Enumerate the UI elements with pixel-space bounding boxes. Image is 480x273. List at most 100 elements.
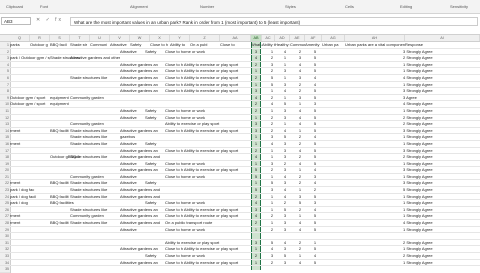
row-header-10[interactable]: 10 — [0, 101, 10, 108]
cell-safety[interactable] — [145, 68, 165, 75]
cell-shade-community[interactable] — [70, 200, 120, 207]
cell-rank-2[interactable]: 4 — [267, 141, 277, 148]
cell-close-to[interactable] — [165, 141, 250, 148]
cell-rank-3[interactable]: 5 — [280, 101, 290, 108]
cell-rank-4[interactable]: 2 — [295, 174, 305, 181]
cell-response[interactable]: 5 Strongly Agree — [403, 187, 480, 194]
column-header-x[interactable]: X — [150, 35, 170, 41]
cell-shade-community[interactable]: Shade structures like — [70, 141, 120, 148]
column-header-af[interactable]: AF — [305, 35, 322, 41]
column-header-r[interactable]: R — [30, 35, 50, 41]
cell-park-feature[interactable]: Outdoor gym / sport — [10, 95, 50, 102]
cell-rank-3[interactable]: 3 — [280, 154, 290, 161]
cell-park-feature[interactable] — [10, 253, 50, 260]
cell-rank-4[interactable]: 2 — [295, 207, 305, 214]
cell-shade-community[interactable] — [70, 68, 120, 75]
cell-safety[interactable]: Safety — [145, 108, 165, 115]
row-header-35[interactable]: 35 — [0, 266, 10, 273]
cell-rank-5[interactable]: 4 — [310, 134, 320, 141]
cell-rank-3[interactable]: 1 — [280, 95, 290, 102]
cell-shade-community[interactable] — [70, 115, 120, 122]
cell-close-to[interactable]: Close to h Ability to exercise or play s… — [165, 167, 250, 174]
cell-rank-2[interactable]: 1 — [267, 220, 277, 227]
cell-safety[interactable] — [145, 82, 165, 89]
row-header-11[interactable]: 11 — [0, 108, 10, 115]
cell-shade-community[interactable] — [70, 62, 120, 69]
cell-rank-2[interactable]: 2 — [267, 68, 277, 75]
cell-close-to[interactable]: Ability to exercise or play sport — [165, 121, 250, 128]
cell-shade-community[interactable] — [70, 260, 120, 267]
header-cell[interactable]: Urban pa — [322, 42, 345, 49]
cell-park-feature[interactable]: rment — [10, 180, 50, 187]
cell-rank-3[interactable]: 2 — [280, 200, 290, 207]
cell-shade-community[interactable]: Community garden — [70, 174, 120, 181]
cell-rank-1[interactable]: 1 — [251, 134, 261, 141]
cell-rank-2[interactable]: 1 — [267, 194, 277, 201]
cell-rank-5[interactable]: 5 — [310, 128, 320, 135]
cell-rank-1[interactable]: 2 — [251, 253, 261, 260]
cell-safety[interactable] — [145, 227, 165, 234]
cell-rank-1[interactable]: 4 — [251, 200, 261, 207]
cell-rank-5[interactable]: 5 — [310, 55, 320, 62]
cell-park-feature[interactable] — [10, 227, 50, 234]
cell-close-to[interactable]: On a public transport route — [165, 220, 250, 227]
cell-park-feature[interactable] — [10, 62, 50, 69]
cell-rank-1[interactable]: 2 — [251, 148, 261, 155]
row-header-28[interactable]: 28 — [0, 220, 10, 227]
cell-rank-5[interactable]: 5 — [310, 68, 320, 75]
cell-rank-2[interactable]: 1 — [267, 174, 277, 181]
cell-shade-community[interactable]: Shade structures like — [70, 75, 120, 82]
cell-shade-community[interactable] — [70, 233, 120, 240]
row-header-34[interactable]: 34 — [0, 260, 10, 267]
cell-rank-5[interactable]: 3 — [310, 101, 320, 108]
cell-close-to[interactable]: Close to h Ability to exercise or play s… — [165, 148, 250, 155]
row-header-16[interactable]: 16 — [0, 141, 10, 148]
cell-rank-3[interactable]: 4 — [280, 88, 290, 95]
column-header-ab[interactable]: AB — [251, 35, 262, 41]
cell-close-to[interactable]: Close to h Ability to exercise or play s… — [165, 207, 250, 214]
cell-park-feature[interactable]: Outdoor gym / sport — [10, 101, 50, 108]
cell-shade-community[interactable] — [70, 227, 120, 234]
cell-park-feature[interactable] — [10, 174, 50, 181]
cell-safety[interactable] — [145, 220, 165, 227]
cell-safety[interactable] — [145, 121, 165, 128]
cell-park-feature[interactable] — [10, 154, 50, 161]
cell-rank-5[interactable]: 5 — [310, 161, 320, 168]
cell-close-to[interactable] — [165, 233, 250, 240]
cell-rank-2[interactable]: 5 — [267, 180, 277, 187]
cell-close-to[interactable]: Close to h Ability to exercise or play s… — [165, 128, 250, 135]
cell-park-feature[interactable] — [10, 134, 50, 141]
column-header-ad[interactable]: AD — [275, 35, 290, 41]
header-cell[interactable]: What are — [251, 42, 262, 49]
cell-rank-4[interactable]: 4 — [295, 108, 305, 115]
cell-shade-community[interactable]: Shade structures like — [70, 128, 120, 135]
row-header-3[interactable]: 3 — [0, 55, 10, 62]
cell-rank-1[interactable]: 3 — [251, 207, 261, 214]
cell-shade-community[interactable]: Shade structures like — [70, 207, 120, 214]
cell-rank-2[interactable]: 3 — [267, 134, 277, 141]
cell-rank-1[interactable]: 1 — [251, 82, 261, 89]
cell-rank-5[interactable]: 4 — [310, 82, 320, 89]
cell-shade-community[interactable] — [70, 240, 120, 247]
cell-close-to[interactable]: Close to h Ability to exercise or play s… — [165, 88, 250, 95]
cell-rank-3[interactable]: 4 — [280, 174, 290, 181]
cell-safety[interactable]: Safety — [145, 49, 165, 56]
cell-rank-2[interactable]: 2 — [267, 121, 277, 128]
cell-rank-4[interactable]: 3 — [295, 75, 305, 82]
cell-rank-1[interactable]: 3 — [251, 121, 261, 128]
cell-park-feature[interactable]: park / Outdoor gym / sport — [10, 55, 50, 62]
cell-rank-1[interactable]: 1 — [251, 260, 261, 267]
cell-rank-2[interactable]: 2 — [267, 260, 277, 267]
cell-rank-2[interactable]: 2 — [267, 213, 277, 220]
column-header-y[interactable]: Y — [170, 35, 190, 41]
row-header-18[interactable]: 18 — [0, 154, 10, 161]
cell-rank-4[interactable]: 4 — [295, 121, 305, 128]
cell-park-feature[interactable] — [10, 68, 50, 75]
cell-response[interactable]: 3 Agree — [403, 95, 480, 102]
cell-response[interactable]: 1 Strongly Agree — [403, 246, 480, 253]
cell-park-feature[interactable] — [10, 121, 50, 128]
cell-rank-3[interactable]: 3 — [280, 148, 290, 155]
row-header-15[interactable]: 15 — [0, 134, 10, 141]
cell-rank-3[interactable]: 3 — [280, 82, 290, 89]
cell-shade-community[interactable] — [70, 148, 120, 155]
